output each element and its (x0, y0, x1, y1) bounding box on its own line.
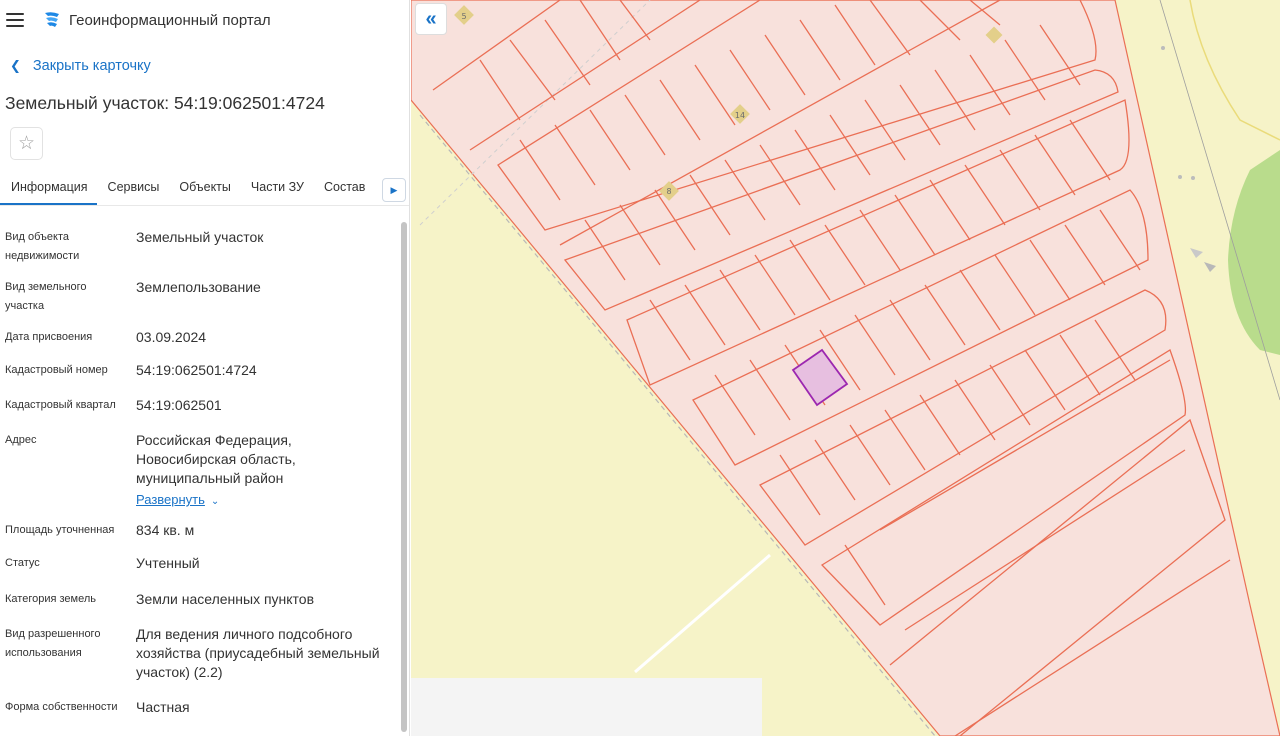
prop-value: 03.09.2024 (136, 329, 207, 345)
prop-label: Дата присвоения (5, 331, 93, 343)
tab-parts[interactable]: Части ЗУ (240, 174, 313, 205)
card-title: Земельный участок: 54:19:062501:4724 (5, 93, 325, 113)
double-chevron-left-icon: « (425, 7, 437, 30)
prop-label: Вид объекта недвижимости (5, 231, 80, 262)
tab-bar: Информация Сервисы Объекты Части ЗУ Сост… (0, 174, 409, 206)
prop-label: Адрес (5, 434, 37, 446)
panel-scrollbar[interactable] (401, 222, 407, 732)
close-card-link[interactable]: ❮ Закрыть карточку (0, 40, 409, 92)
prop-value: 54:19:062501 (136, 397, 222, 413)
map-marker-label: 5 (461, 12, 466, 21)
tab-objects[interactable]: Объекты (168, 174, 240, 205)
map-marker-label: 8 (666, 187, 671, 196)
prop-label: Вид разрешенного использования (5, 628, 101, 659)
prop-value: Учтенный (136, 555, 200, 571)
prop-value: Земли населенных пунктов (136, 591, 315, 607)
tabs-scroll-right-icon[interactable]: ▶ (382, 178, 406, 202)
chevron-left-icon: ❮ (10, 58, 21, 73)
menu-icon[interactable] (6, 13, 24, 27)
prop-value: Российская Федерация, Новосибирская обла… (136, 432, 296, 486)
prop-label: Форма собственности (5, 701, 118, 713)
map-blank-tile (411, 678, 762, 736)
prop-value: 834 кв. м (136, 522, 195, 538)
prop-label: Площадь уточненная (5, 524, 115, 536)
expand-label: Развернуть (136, 492, 205, 507)
map-view[interactable]: 5 14 8 (411, 0, 1280, 736)
prop-value: Частная (136, 699, 190, 715)
top-bar: Геоинформационный портал (0, 0, 409, 40)
prop-value: Для ведения личного подсобного хозяйства… (136, 626, 380, 680)
close-card-label: Закрыть карточку (32, 58, 151, 74)
prop-label: Категория земель (5, 593, 96, 605)
prop-value: Земельный участок (136, 229, 264, 245)
prop-label: Вид земельного участка (5, 281, 87, 312)
map-marker-label: 14 (735, 111, 745, 120)
info-panel: Геоинформационный портал ❮ Закрыть карто… (0, 0, 410, 736)
prop-label: Кадастровый номер (5, 364, 108, 376)
prop-value: Землепользование (136, 279, 261, 295)
collapse-panel-button[interactable]: « (415, 3, 447, 35)
favorite-star-icon[interactable]: ☆ (10, 127, 43, 160)
tab-services[interactable]: Сервисы (97, 174, 169, 205)
map-canvas[interactable]: 5 14 8 (411, 0, 1280, 736)
chevron-down-icon: ⌄ (210, 496, 220, 507)
tab-info[interactable]: Информация (0, 174, 97, 205)
expand-address-link[interactable]: Развернуть ⌄ (136, 490, 396, 511)
portal-logo-icon (45, 12, 59, 27)
prop-value: 54:19:062501:4724 (136, 362, 257, 378)
app-title: Геоинформационный портал (69, 11, 271, 29)
tab-composition[interactable]: Состав (313, 174, 374, 205)
prop-label: Статус (5, 557, 40, 569)
prop-label: Кадастровый квартал (5, 399, 116, 411)
